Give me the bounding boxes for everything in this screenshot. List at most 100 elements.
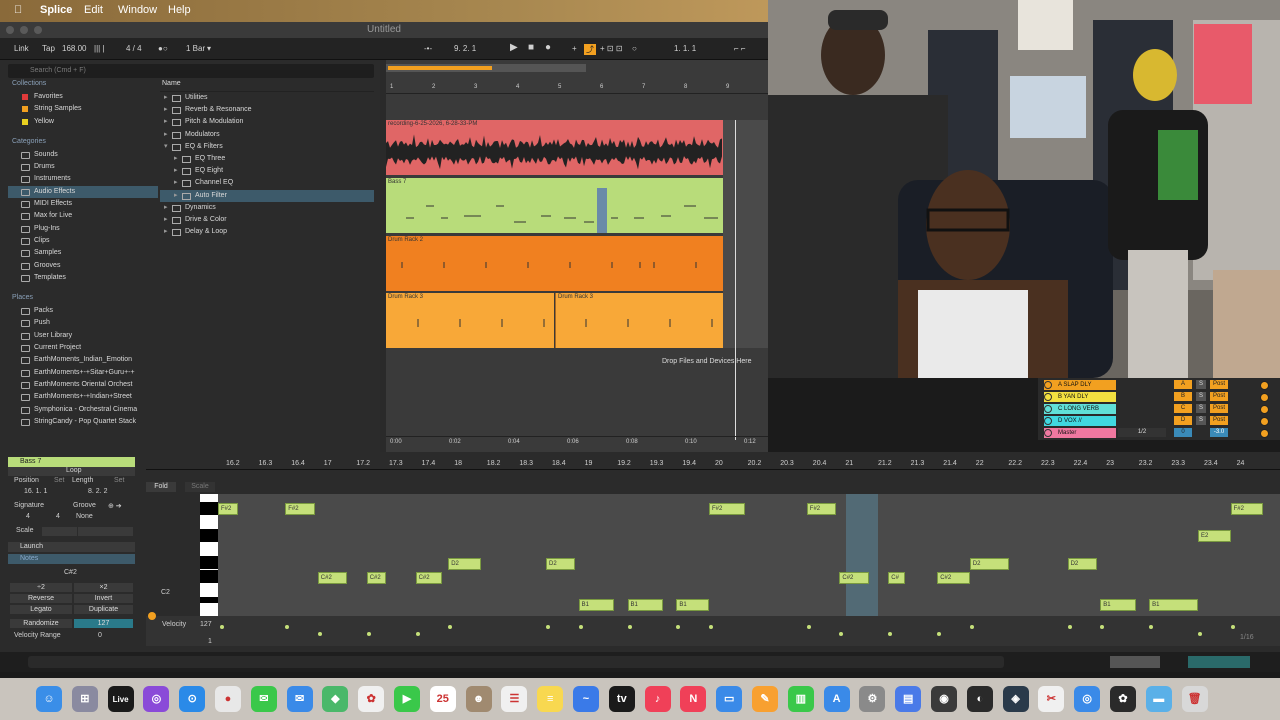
midi-note[interactable]: D2	[546, 558, 576, 570]
beat-ruler[interactable]: 1 2 3 4 5 6 7 8 9	[386, 82, 768, 94]
velocity-marker[interactable]	[578, 625, 583, 629]
note-grid[interactable]: F#2 F#2 F#2 F#2 F#2 E2 D2 D2 D2 D2 C#2 C#2 C#2 C#2 C# C…	[218, 494, 1280, 646]
mail-icon[interactable]: ✉	[286, 686, 313, 712]
velocity-marker[interactable]	[285, 625, 290, 629]
chevron-right-icon[interactable]: ▸	[174, 190, 178, 202]
category-clips[interactable]: Clips	[8, 235, 158, 247]
chevron-right-icon[interactable]: ▸	[164, 214, 168, 226]
place-item[interactable]: StringCandy - Pop Quartet Stack	[8, 416, 158, 428]
chevron-right-icon[interactable]: ▸	[164, 226, 168, 238]
search-input[interactable]: Search (Cmd + F)	[8, 64, 374, 78]
pan-knob-icon[interactable]	[1260, 429, 1269, 438]
numbers-icon[interactable]: ▥	[787, 686, 814, 712]
clip-name-field[interactable]: Bass 7	[8, 457, 135, 467]
category-samples[interactable]: Samples	[8, 247, 158, 259]
post-button[interactable]: Post	[1210, 380, 1228, 389]
return-track-name[interactable]: D VOX //	[1044, 416, 1116, 426]
place-item[interactable]: EarthMoments_Indian_Emotion	[8, 354, 158, 366]
track-activator-icon[interactable]	[1044, 381, 1052, 389]
zoom-button[interactable]	[34, 26, 42, 34]
velocity-marker[interactable]	[1198, 632, 1202, 636]
menu-app-name[interactable]: Splice	[40, 4, 72, 16]
post-button[interactable]: Post	[1210, 404, 1228, 413]
track-activator-button[interactable]: D	[1174, 416, 1192, 425]
length-set-button[interactable]: Set	[114, 477, 125, 484]
stop-icon[interactable]: ■	[528, 42, 534, 53]
velocity-marker[interactable]	[806, 625, 811, 629]
overdub-icon[interactable]: +	[572, 44, 577, 53]
place-item[interactable]: EarthMoments+-+Sitar+Guru+-+	[8, 367, 158, 379]
velocity-lane[interactable]: Velocity 127 1 1/16	[146, 616, 1280, 646]
velocity-marker[interactable]	[937, 632, 942, 636]
file-item[interactable]: ▸ Utilities	[160, 92, 374, 104]
velocity-marker[interactable]	[448, 625, 453, 629]
velocity-marker[interactable]	[220, 625, 224, 629]
return-track-name[interactable]: Master	[1044, 428, 1116, 438]
fold-button[interactable]: Fold	[146, 482, 176, 492]
master-channel-selector[interactable]: 1/2	[1118, 428, 1166, 437]
collection-item[interactable]: Yellow	[8, 116, 158, 128]
midi-note[interactable]: B1	[1100, 599, 1137, 611]
velocity-marker[interactable]	[546, 625, 550, 629]
track-activator-icon[interactable]	[1044, 393, 1052, 401]
place-item[interactable]: Push	[8, 317, 158, 329]
loop-toggle[interactable]: Loop	[66, 467, 82, 474]
return-track-row[interactable]: D VOX // D S Post	[1040, 416, 1278, 427]
return-track-name[interactable]: C LONG VERB	[1044, 404, 1116, 414]
capcut-icon[interactable]: ◐	[966, 686, 993, 712]
draw-mode-icon[interactable]	[148, 612, 156, 620]
pan-knob-icon[interactable]	[1260, 393, 1269, 402]
category-midi-effects[interactable]: MIDI Effects	[8, 198, 158, 210]
apple-icon[interactable]: 	[14, 4, 22, 16]
solo-button[interactable]: S	[1196, 416, 1206, 425]
facetime-icon[interactable]: ▶	[394, 686, 420, 712]
tap-button[interactable]: Tap	[42, 44, 55, 53]
pan-knob-icon[interactable]	[1260, 405, 1269, 414]
scale-button[interactable]: Scale	[185, 482, 215, 492]
solo-button[interactable]: S	[1196, 404, 1206, 413]
app-store-icon[interactable]: A	[823, 686, 850, 712]
keynote-icon[interactable]: ▭	[716, 686, 743, 712]
midi-note[interactable]: F#2	[806, 503, 837, 515]
midi-note[interactable]: C#2	[366, 572, 387, 584]
category-sounds[interactable]: Sounds	[8, 149, 158, 161]
song-position-field[interactable]: 9. 2. 1	[454, 44, 476, 53]
midi-note[interactable]: F#2	[709, 503, 745, 515]
scale-name-dropdown[interactable]	[78, 527, 133, 536]
file-item[interactable]: ▸ Reverb & Resonance	[160, 104, 374, 116]
file-item[interactable]: ▸ Drive & Color	[160, 214, 374, 226]
note-editor-ruler[interactable]: 16.2 16.3 16.4 17 17.2 17.3 17.4 18 18.2 18.3 18.4…	[146, 458, 1280, 470]
quantize-dropdown[interactable]: 1 Bar	[186, 44, 205, 53]
category-drums[interactable]: Drums	[8, 161, 158, 173]
launch-section-toggle[interactable]: Launch	[8, 542, 135, 552]
tempo-field[interactable]: 168.00	[62, 44, 86, 53]
collection-item[interactable]: String Samples	[8, 103, 158, 115]
track-activator-button[interactable]: B	[1174, 392, 1192, 401]
velocity-marker[interactable]	[1100, 625, 1105, 629]
place-item[interactable]: Packs	[8, 305, 158, 317]
velocity-marker[interactable]	[317, 632, 322, 636]
menu-help[interactable]: Help	[168, 4, 191, 16]
chevron-right-icon[interactable]: ▸	[164, 202, 168, 214]
velocity-marker[interactable]	[1149, 625, 1154, 629]
play-icon[interactable]: ▶	[510, 42, 518, 53]
davinci-icon[interactable]: ◈	[1002, 686, 1029, 712]
chevron-right-icon[interactable]: ▸	[174, 177, 178, 189]
record-icon[interactable]: ●	[545, 42, 551, 53]
midi-note[interactable]: D2	[1067, 558, 1097, 570]
file-item[interactable]: ▸ Auto Filter	[160, 189, 374, 202]
track-activator-icon[interactable]	[1044, 405, 1052, 413]
midi-note[interactable]: C#2	[415, 572, 442, 584]
midi-note[interactable]: D2	[969, 558, 1009, 570]
signature-numerator[interactable]: 4	[26, 513, 30, 520]
velocity-marker[interactable]	[888, 632, 893, 636]
chevron-down-icon[interactable]: ▾	[164, 141, 168, 153]
notes-section-toggle[interactable]: Notes	[8, 554, 135, 564]
velocity-marker[interactable]	[839, 632, 844, 636]
podcasts-icon[interactable]: ◎	[143, 686, 170, 712]
arrangement-loop-icon[interactable]: -•-	[424, 44, 432, 53]
transpose-double-button[interactable]: ×2	[74, 583, 133, 592]
close-button[interactable]	[6, 26, 14, 34]
legato-button[interactable]: Legato	[10, 605, 72, 614]
clip-recording[interactable]: recording-6-25-2026, 6-28-33-PM	[386, 120, 723, 175]
